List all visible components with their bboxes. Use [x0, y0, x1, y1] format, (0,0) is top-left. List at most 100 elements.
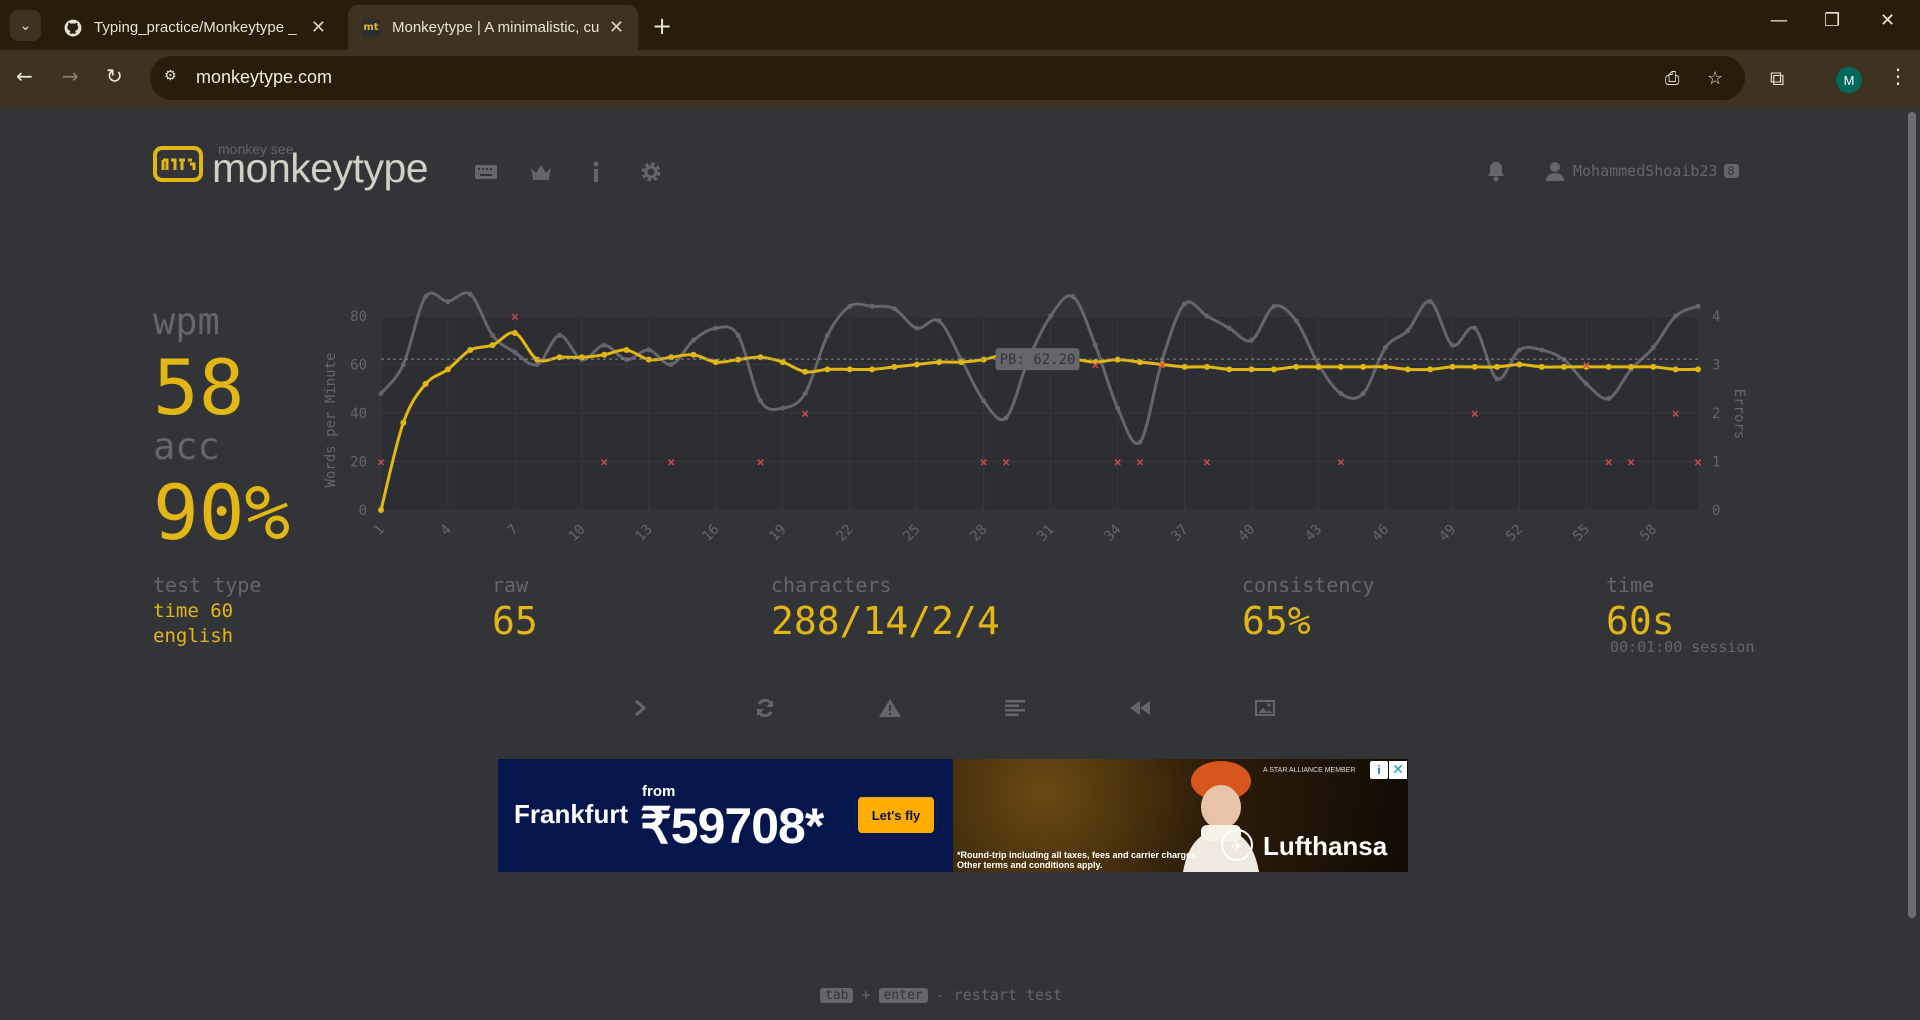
wpm-data-point: [1605, 363, 1612, 370]
wpm-data-point: [1270, 366, 1277, 373]
minimize-icon[interactable]: —: [1770, 10, 1788, 31]
page-scrollbar[interactable]: [1908, 112, 1916, 918]
raw-data-point: [1249, 337, 1255, 343]
wpm-data-point: [1583, 363, 1590, 370]
wpm-data-point: [846, 366, 853, 373]
raw-label: raw: [492, 573, 529, 597]
plus-sign: +: [861, 986, 871, 1004]
chart-x-tick-label: 43: [1302, 522, 1325, 545]
wpm-data-point: [735, 356, 742, 363]
wpm-data-point: [1628, 363, 1635, 370]
wpm-data-point: [1561, 363, 1568, 370]
raw-data-point: [891, 306, 897, 312]
username: MohammedShoaib23: [1573, 162, 1718, 180]
wpm-data-point: [444, 366, 451, 373]
settings-gear-icon[interactable]: [637, 158, 665, 186]
pb-label-box: [995, 348, 1080, 371]
close-tab-icon[interactable]: ✕: [311, 17, 326, 38]
site-settings-icon[interactable]: ⚙: [164, 68, 184, 88]
raw-data-point: [557, 332, 563, 338]
info-icon[interactable]: [582, 158, 610, 186]
wpm-data-point: [913, 361, 920, 368]
raw-data-point: [467, 291, 473, 297]
ad-price: ₹59708*: [640, 798, 824, 854]
pb-label: PB: 62.20: [1000, 352, 1076, 368]
screenshot-button[interactable]: [1250, 696, 1280, 720]
consistency-value[interactable]: 65%: [1242, 602, 1311, 640]
session-time: 00:01:00 session: [1610, 638, 1755, 656]
extensions-icon[interactable]: ⧉: [1770, 66, 1784, 90]
wpm-data-point: [511, 329, 518, 336]
time-label: time: [1606, 573, 1655, 597]
wpm-data-point: [757, 354, 764, 361]
raw-data-point: [780, 405, 786, 411]
consistency-label: consistency: [1242, 573, 1375, 597]
error-marker: ×: [1605, 456, 1613, 471]
wpm-data-point: [1203, 363, 1210, 370]
wpm-data-point: [1382, 363, 1389, 370]
word-history-button[interactable]: [1000, 696, 1030, 720]
keyboard-icon[interactable]: [472, 158, 500, 186]
test-type-label: test type: [153, 573, 262, 597]
raw-data-point: [1003, 415, 1009, 421]
tab-github[interactable]: Typing_practice/Monkeytype _ ✕: [50, 5, 340, 50]
bookmark-star-icon[interactable]: ☆: [1707, 68, 1723, 89]
account-button[interactable]: MohammedShoaib23 8: [1545, 161, 1739, 181]
close-window-icon[interactable]: ✕: [1880, 10, 1895, 31]
error-marker: ×: [1203, 456, 1211, 471]
replay-button[interactable]: [1125, 696, 1155, 720]
chevron-right-icon: [635, 699, 647, 717]
wpm-data-point: [980, 356, 987, 363]
raw-value[interactable]: 65: [492, 602, 538, 640]
ad-cta-button[interactable]: Let's fly: [858, 797, 934, 833]
restart-test-button[interactable]: [750, 696, 780, 720]
image-icon: [1255, 700, 1275, 716]
wpm-data-point: [556, 354, 563, 361]
wpm-data-point: [1494, 363, 1501, 370]
browser-menu-icon[interactable]: ⋮: [1888, 64, 1908, 88]
acc-value[interactable]: 90%: [153, 475, 290, 551]
next-test-button[interactable]: [625, 696, 655, 720]
ad-info-icon[interactable]: i: [1370, 761, 1388, 779]
error-marker: ×: [1471, 407, 1479, 422]
raw-data-point: [534, 362, 540, 367]
lufthansa-ad[interactable]: Frankfurt from ₹59708* Let's fly A STAR …: [498, 759, 1408, 872]
tab-monkeytype[interactable]: mt Monkeytype | A minimalistic, cu ✕: [348, 5, 638, 50]
raw-data-point: [1472, 325, 1478, 331]
practice-missed-button[interactable]: [875, 696, 905, 720]
monkeytype-logo[interactable]: [153, 146, 203, 182]
install-app-icon[interactable]: ⎙: [1665, 68, 1679, 89]
wpm-data-point: [422, 380, 429, 387]
chart-x-tick-label: 7: [504, 522, 521, 539]
acc-label: acc: [153, 425, 220, 468]
notifications-bell-icon[interactable]: [1486, 160, 1506, 186]
chart-y2label: Errors: [1731, 389, 1747, 440]
chart-x-tick-label: 4: [438, 522, 455, 539]
wpm-data-point: [1672, 366, 1679, 373]
reload-icon[interactable]: ↻: [106, 64, 123, 88]
url-text: monkeytype.com: [196, 67, 333, 87]
profile-avatar[interactable]: M: [1836, 67, 1862, 93]
chart-x-tick-label: 34: [1101, 522, 1124, 545]
characters-label: characters: [771, 573, 892, 597]
chart-y2-tick-label: 0: [1712, 503, 1720, 519]
wpm-data-point: [601, 351, 608, 358]
forward-icon[interactable]: →: [62, 64, 79, 88]
new-tab-button[interactable]: +: [652, 12, 672, 40]
restore-icon[interactable]: ❐: [1824, 10, 1840, 31]
tab-search-button[interactable]: ⌄: [10, 10, 41, 41]
address-bar[interactable]: ⚙ monkeytype.com ⎙ ☆: [150, 56, 1745, 100]
crown-icon[interactable]: [527, 158, 555, 186]
close-tab-icon[interactable]: ✕: [609, 17, 624, 38]
error-marker: ×: [1627, 456, 1635, 471]
characters-value[interactable]: 288/14/2/4: [771, 602, 1000, 640]
time-value[interactable]: 60s: [1606, 602, 1675, 640]
raw-data-point: [936, 318, 942, 324]
raw-data-point: [1204, 313, 1210, 319]
ad-tagline: A STAR ALLIANCE MEMBER: [1263, 767, 1356, 774]
ad-close-icon[interactable]: ✕: [1389, 761, 1407, 779]
back-icon[interactable]: ←: [16, 64, 33, 88]
wpm-value[interactable]: 58: [153, 350, 245, 426]
wpm-data-point: [1025, 359, 1032, 366]
logo-text[interactable]: monkeytype: [212, 145, 429, 192]
